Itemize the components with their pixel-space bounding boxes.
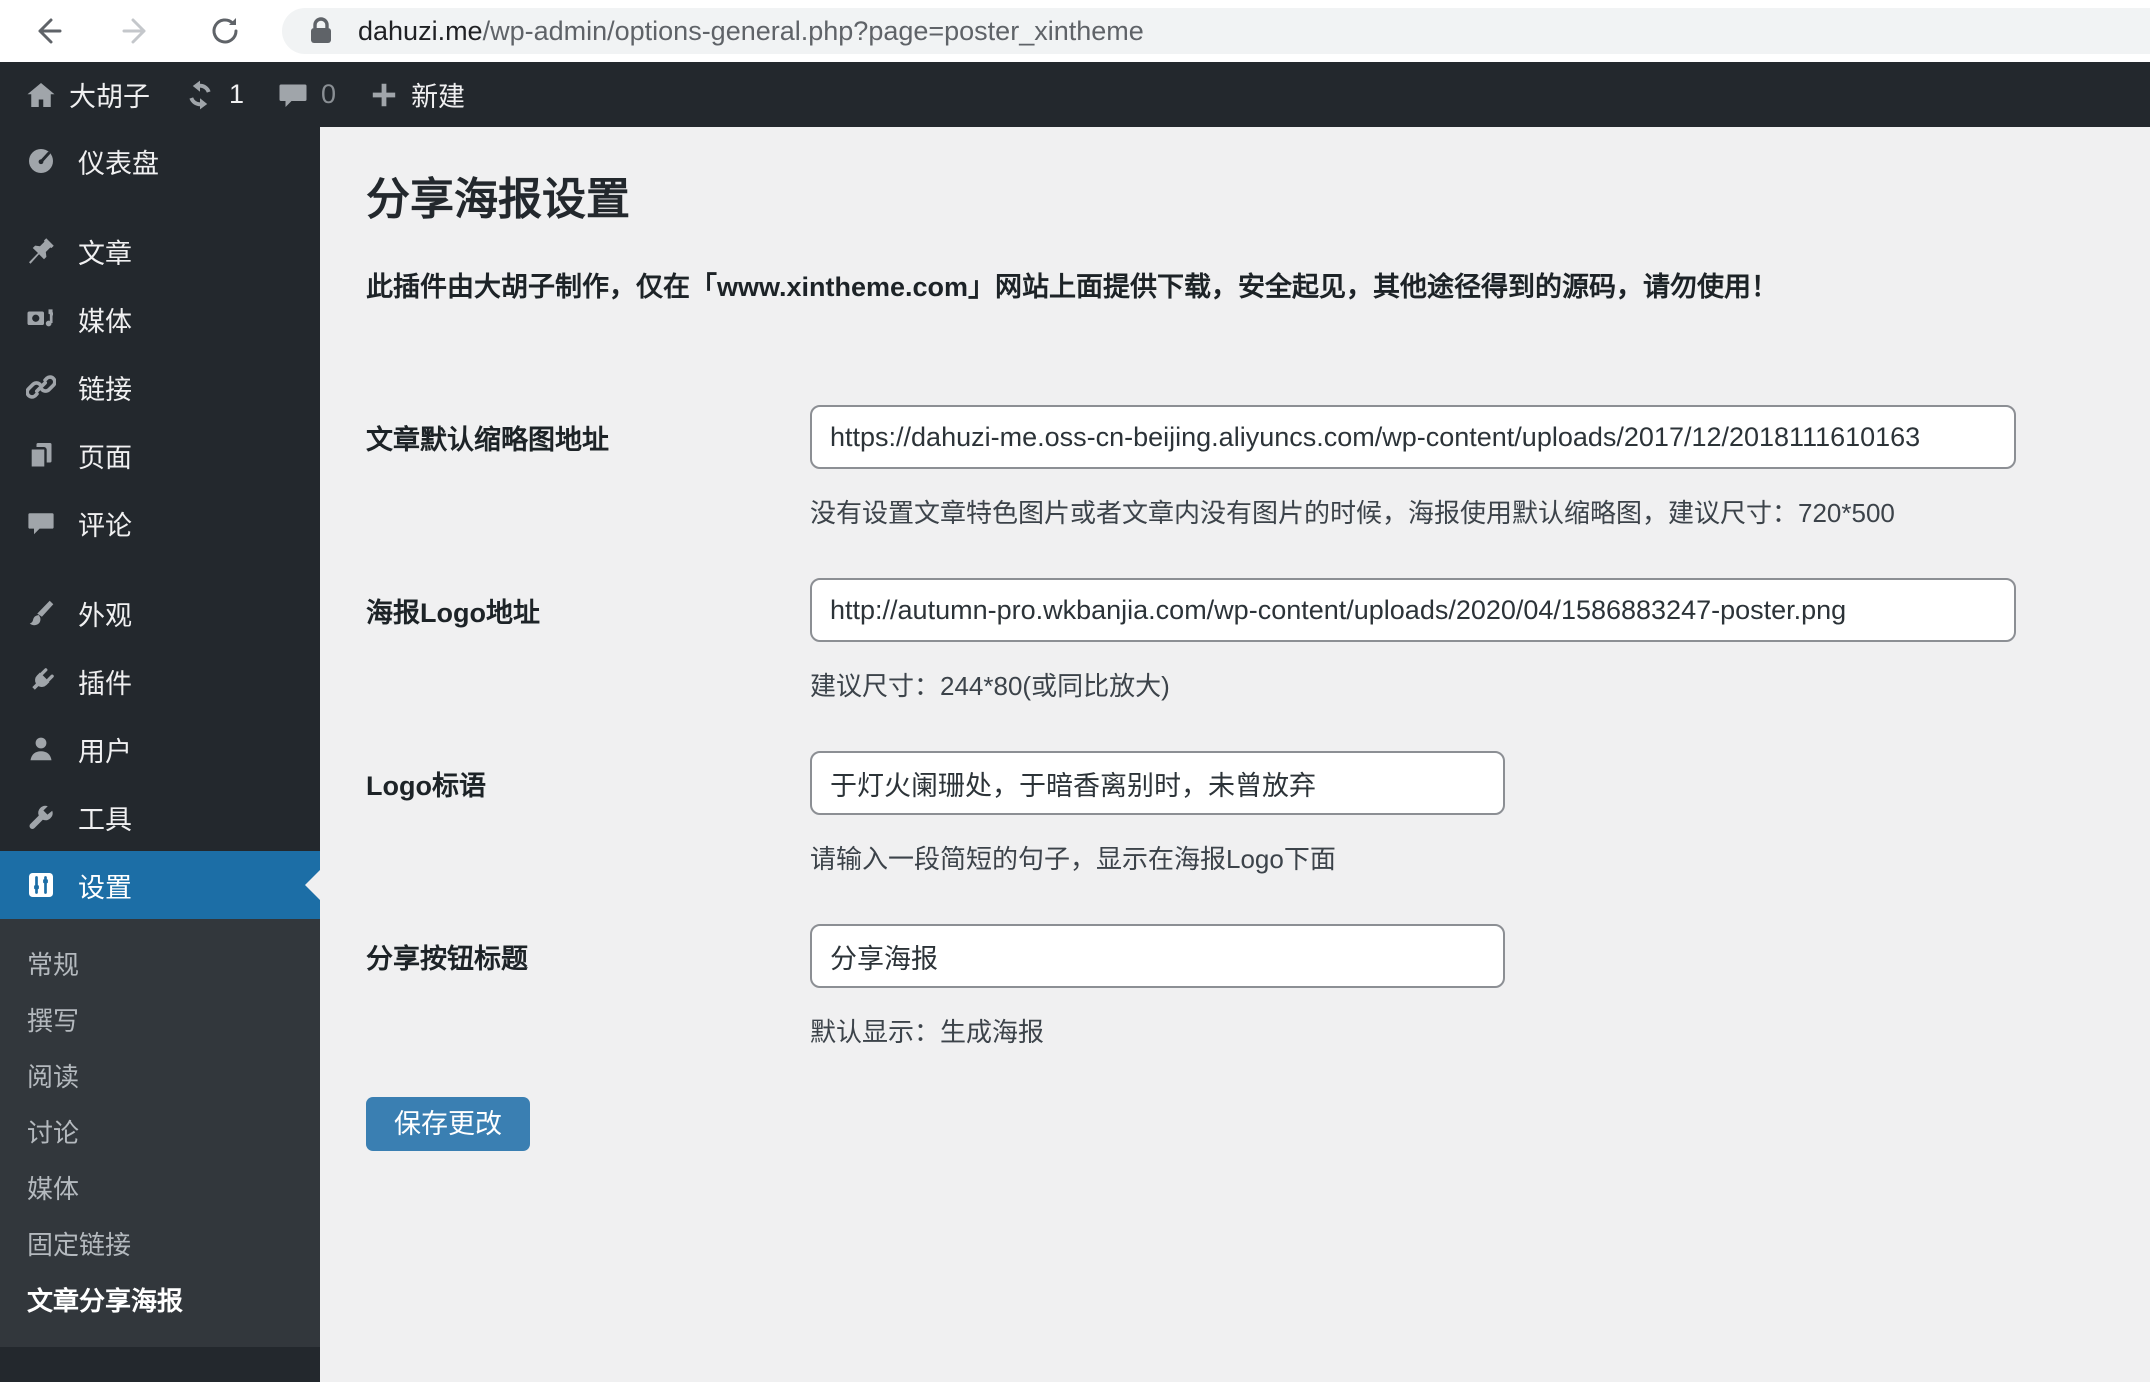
submenu-item-poster[interactable]: 文章分享海报 (0, 1271, 320, 1327)
sidebar-item-label: 链接 (78, 374, 132, 405)
sidebar-item-posts[interactable]: 文章 (0, 217, 320, 285)
form-row-thumbnail: 文章默认缩略图地址 没有设置文章特色图片或者文章内没有图片的时候，海报使用默认缩… (366, 405, 2110, 530)
admin-sidebar: 仪表盘 文章 媒体 链接 页面 评论 外观 插件 用户 工具 设置 常规 撰写 … (0, 127, 320, 1382)
wp-admin-bar: 大胡子 1 0 新建 (0, 62, 2150, 127)
sidebar-item-label: 用户 (78, 736, 132, 767)
form-row-logo-url: 海报Logo地址 建议尺寸：244*80(或同比放大) (366, 578, 2110, 703)
dashboard-icon (26, 146, 56, 176)
browser-forward-icon[interactable] (120, 14, 154, 48)
sidebar-item-label: 工具 (78, 804, 132, 835)
sidebar-item-label: 仪表盘 (78, 148, 159, 179)
sidebar-item-tools[interactable]: 工具 (0, 783, 320, 851)
main-content: 分享海报设置 此插件由大胡子制作，仅在「www.xintheme.com」网站上… (320, 127, 2150, 1382)
save-button[interactable]: 保存更改 (366, 1097, 530, 1151)
plus-icon (372, 83, 396, 106)
field-helper: 没有设置文章特色图片或者文章内没有图片的时候，海报使用默认缩略图，建议尺寸：72… (810, 498, 1895, 528)
poster-logo-url-input[interactable] (810, 578, 2016, 642)
sidebar-item-pages[interactable]: 页面 (0, 421, 320, 489)
sidebar-item-appearance[interactable]: 外观 (0, 579, 320, 647)
page-title: 分享海报设置 (366, 175, 630, 224)
media-icon (26, 304, 56, 334)
submenu-item-writing[interactable]: 撰写 (0, 991, 320, 1047)
sidebar-item-comments[interactable]: 评论 (0, 489, 320, 557)
field-label: 文章默认缩略图地址 (366, 424, 609, 455)
sidebar-item-media[interactable]: 媒体 (0, 285, 320, 353)
sidebar-item-dashboard[interactable]: 仪表盘 (0, 127, 320, 195)
comment-icon (26, 508, 56, 538)
url-path: /wp-admin/options-general.php?page=poste… (482, 15, 1144, 46)
default-thumbnail-url-input[interactable] (810, 405, 2016, 469)
url-text: dahuzi.me/wp-admin/options-general.php?p… (358, 16, 1144, 47)
field-helper: 请输入一段简短的句子，显示在海报Logo下面 (810, 844, 1336, 874)
admin-bar-updates[interactable]: 1 (167, 62, 261, 127)
lock-icon[interactable] (308, 16, 334, 46)
settings-icon (26, 870, 56, 900)
logo-slogan-input[interactable] (810, 751, 1505, 815)
admin-bar-new-label: 新建 (411, 82, 466, 112)
sidebar-item-label: 文章 (78, 238, 132, 269)
comment-count: 0 (321, 79, 337, 109)
field-label: 分享按钮标题 (366, 943, 528, 974)
sidebar-item-label: 评论 (78, 510, 132, 541)
address-bar[interactable]: dahuzi.me/wp-admin/options-general.php?p… (282, 8, 2150, 54)
browser-back-icon[interactable] (30, 14, 64, 48)
home-icon (27, 82, 55, 107)
comments-icon (279, 84, 307, 107)
brush-icon (26, 598, 56, 628)
field-helper: 建议尺寸：244*80(或同比放大) (810, 671, 1170, 701)
admin-bar-new[interactable]: 新建 (353, 62, 482, 127)
submenu-item-permalinks[interactable]: 固定链接 (0, 1215, 320, 1271)
sidebar-filler (0, 1347, 320, 1382)
admin-bar-comments[interactable]: 0 (261, 62, 353, 127)
sidebar-item-label: 设置 (78, 872, 132, 903)
field-label: Logo标语 (366, 770, 486, 801)
submenu-item-media[interactable]: 媒体 (0, 1159, 320, 1215)
sidebar-item-label: 插件 (78, 668, 132, 699)
update-count: 1 (229, 79, 245, 109)
field-wrap: 没有设置文章特色图片或者文章内没有图片的时候，海报使用默认缩略图，建议尺寸：72… (810, 405, 2110, 530)
form-row-share-button-title: 分享按钮标题 默认显示：生成海报 (366, 924, 2110, 1049)
sidebar-item-users[interactable]: 用户 (0, 715, 320, 783)
field-wrap: 建议尺寸：244*80(或同比放大) (810, 578, 2110, 703)
field-wrap: 请输入一段简短的句子，显示在海报Logo下面 (810, 751, 2110, 876)
browser-toolbar: dahuzi.me/wp-admin/options-general.php?p… (0, 0, 2150, 62)
admin-bar-site[interactable]: 大胡子 (0, 62, 167, 127)
wrench-icon (26, 802, 56, 832)
sidebar-item-settings[interactable]: 设置 (0, 851, 320, 919)
user-icon (26, 734, 56, 764)
updates-icon (189, 80, 211, 109)
pages-icon (26, 440, 56, 470)
current-menu-arrow (305, 870, 320, 900)
sidebar-item-links[interactable]: 链接 (0, 353, 320, 421)
submenu-item-reading[interactable]: 阅读 (0, 1047, 320, 1103)
settings-form: 文章默认缩略图地址 没有设置文章特色图片或者文章内没有图片的时候，海报使用默认缩… (366, 405, 2110, 1151)
page-description: 此插件由大胡子制作，仅在「www.xintheme.com」网站上面提供下载，安… (366, 272, 1779, 302)
settings-submenu: 常规 撰写 阅读 讨论 媒体 固定链接 文章分享海报 (0, 919, 320, 1347)
link-icon (26, 372, 56, 402)
plug-icon (26, 666, 56, 696)
form-row-logo-slogan: Logo标语 请输入一段简短的句子，显示在海报Logo下面 (366, 751, 2110, 876)
sidebar-item-label: 页面 (78, 442, 132, 473)
field-helper: 默认显示：生成海报 (810, 1017, 1045, 1047)
browser-reload-icon[interactable] (208, 14, 242, 48)
submenu-item-discussion[interactable]: 讨论 (0, 1103, 320, 1159)
submenu-item-general[interactable]: 常规 (0, 935, 320, 991)
url-host: dahuzi.me (358, 15, 483, 46)
save-row: 保存更改 (366, 1097, 2110, 1151)
pushpin-icon (26, 236, 56, 266)
sidebar-item-plugins[interactable]: 插件 (0, 647, 320, 715)
screen: dahuzi.me/wp-admin/options-general.php?p… (0, 0, 2150, 1382)
field-wrap: 默认显示：生成海报 (810, 924, 2110, 1049)
sidebar-item-label: 媒体 (78, 306, 132, 337)
field-label: 海报Logo地址 (366, 597, 540, 628)
sidebar-item-label: 外观 (78, 600, 132, 631)
share-button-title-input[interactable] (810, 924, 1505, 988)
admin-bar-site-name: 大胡子 (69, 82, 150, 112)
